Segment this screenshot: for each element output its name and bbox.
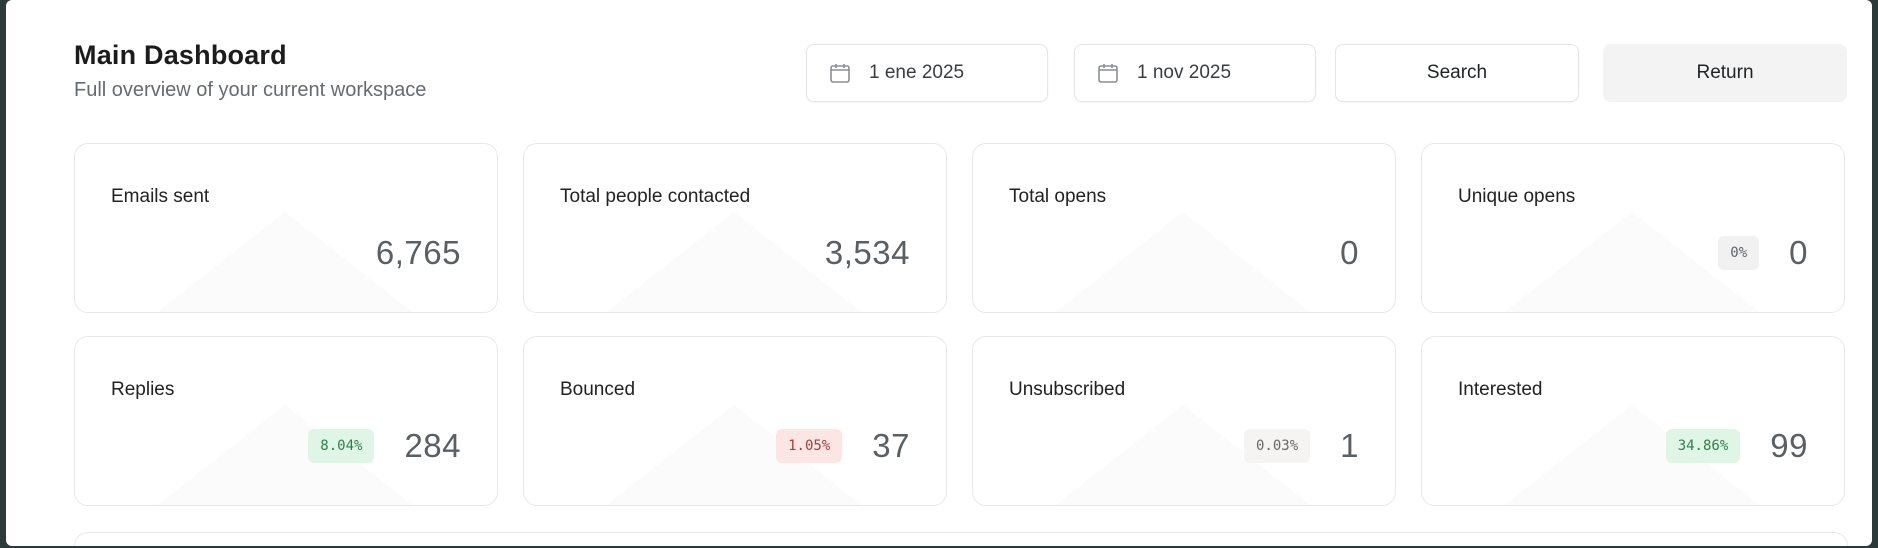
end-date-picker[interactable]: 1 nov 2025 [1074,44,1316,102]
stat-card-total-opens: Total opens 0 [972,143,1396,313]
page-header: Main Dashboard Full overview of your cur… [74,40,426,102]
stat-card-replies: Replies 8.04% 284 [74,336,498,506]
stat-card-emails-sent: Emails sent 6,765 [74,143,498,313]
start-date-picker[interactable]: 1 ene 2025 [806,44,1048,102]
percentage-badge: 0.03% [1243,429,1311,463]
stat-label: Unsubscribed [1009,379,1126,400]
stat-value: 99 [1770,427,1808,464]
stat-label: Total people contacted [560,186,751,207]
stat-card-unsubscribed: Unsubscribed 0.03% 1 [972,336,1396,506]
stat-value: 1 [1340,427,1359,464]
start-date-value: 1 ene 2025 [869,62,965,83]
percentage-badge: 0% [1718,236,1760,270]
calendar-icon [829,62,851,84]
stat-card-people-contacted: Total people contacted 3,534 [523,143,947,313]
calendar-icon [1097,62,1119,84]
next-section-panel [74,532,1848,546]
stat-card-unique-opens: Unique opens 0% 0 [1421,143,1845,313]
stat-label: Replies [111,379,175,400]
stat-label: Total opens [1009,186,1107,207]
page-title: Main Dashboard [74,40,287,70]
search-button[interactable]: Search [1335,44,1579,102]
stat-card-bounced: Bounced 1.05% 37 [523,336,947,506]
stat-value: 3,534 [824,234,910,271]
stat-value: 0 [1340,234,1359,271]
percentage-badge: 1.05% [776,429,843,463]
stat-card-interested: Interested 34.86% 99 [1421,336,1845,506]
percentage-badge: 8.04% [308,429,375,463]
stat-label: Interested [1458,379,1543,400]
stat-label: Bounced [560,379,636,400]
page-subtitle: Full overview of your current workspace [74,79,427,101]
stat-label: Unique opens [1458,186,1576,207]
stat-value: 0 [1789,234,1808,271]
stat-value: 6,765 [375,234,461,271]
return-button[interactable]: Return [1603,44,1847,102]
stat-label: Emails sent [111,186,210,207]
percentage-badge: 34.86% [1665,429,1741,463]
stat-value: 37 [872,427,910,464]
card-background-shape [1055,212,1311,312]
stat-value: 284 [404,427,461,464]
dashboard-window: Main Dashboard Full overview of your cur… [6,0,1872,546]
end-date-value: 1 nov 2025 [1137,62,1232,83]
